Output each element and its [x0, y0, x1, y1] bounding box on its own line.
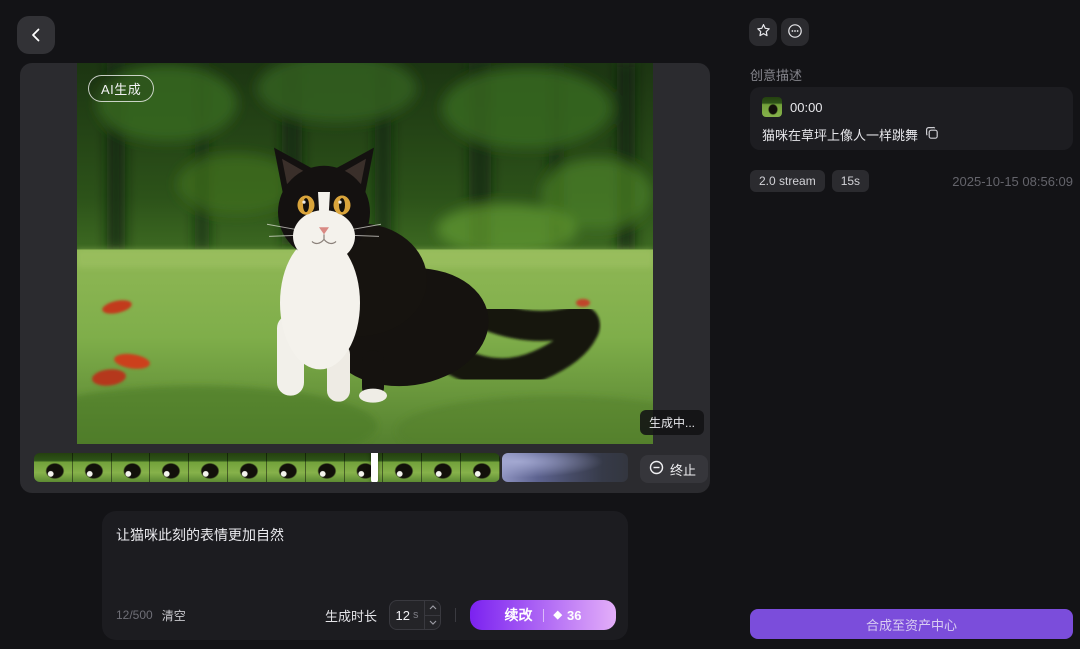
timeline-playhead[interactable] [371, 453, 378, 482]
timeline-thumbnail[interactable] [73, 453, 112, 482]
timeline-thumbnail[interactable] [150, 453, 189, 482]
model-badge: 2.0 stream [750, 170, 825, 192]
credit-cost: 36 [567, 608, 581, 623]
timeline-thumbnail[interactable] [306, 453, 345, 482]
star-icon [756, 23, 771, 41]
continue-edit-label: 续改 [505, 605, 533, 625]
timeline-thumbnail[interactable] [383, 453, 422, 482]
prompt-input[interactable]: 让猫咪此刻的表情更加自然 [116, 525, 614, 587]
submit-divider [543, 609, 544, 622]
stepper-up-icon[interactable] [425, 601, 440, 615]
clip-thumbnail [762, 97, 782, 117]
duration-label: 生成时长 [325, 606, 377, 625]
timeline-thumbnail[interactable] [189, 453, 228, 482]
copy-icon [925, 126, 939, 143]
char-counter: 12/500 [116, 608, 153, 622]
details-panel: 创意描述 00:00 猫咪在草坪上像人一样跳舞 2.0 stream 15s 2… [750, 0, 1073, 649]
favorite-button[interactable] [749, 18, 777, 46]
back-chevron-icon [29, 28, 43, 42]
more-options-icon [787, 23, 803, 42]
clear-button[interactable]: 清空 [162, 607, 186, 624]
clip-timestamp: 00:00 [790, 100, 823, 115]
copy-prompt-button[interactable] [925, 126, 939, 143]
credit-diamond-icon: ◆ [554, 610, 562, 621]
cat-on-lawn-illustration [77, 63, 653, 444]
timeline-thumbnail[interactable] [461, 453, 500, 482]
ai-generated-badge: AI生成 [88, 75, 154, 102]
more-options-button[interactable] [781, 18, 809, 46]
terminate-label: 终止 [670, 460, 696, 479]
timeline-filmstrip[interactable] [34, 453, 500, 482]
duration-value: 12 [396, 608, 410, 623]
timeline-thumbnail[interactable] [422, 453, 461, 482]
back-button[interactable] [17, 16, 55, 54]
timeline-thumbnail[interactable] [34, 453, 73, 482]
timeline-thumbnail[interactable] [228, 453, 267, 482]
timeline-generating-segment[interactable] [502, 453, 628, 482]
duration-stepper[interactable]: 12 s [389, 600, 441, 630]
terminate-icon [649, 460, 664, 478]
video-preview[interactable] [77, 63, 653, 444]
generating-status-badge: 生成中... [640, 410, 704, 435]
duration-unit: s [413, 609, 419, 621]
video-player-panel: AI生成 生成中... 终止 [20, 63, 710, 493]
prompt-text: 猫咪在草坪上像人一样跳舞 [762, 125, 918, 144]
prompt-composer: 让猫咪此刻的表情更加自然 12/500 清空 生成时长 12 s 续改 [102, 511, 628, 640]
creative-description-title: 创意描述 [750, 65, 802, 84]
stepper-down-icon[interactable] [425, 615, 440, 630]
terminate-button[interactable]: 终止 [640, 455, 708, 483]
timeline-thumbnail[interactable] [267, 453, 306, 482]
created-timestamp: 2025-10-15 08:56:09 [952, 174, 1073, 189]
prompt-card: 00:00 猫咪在草坪上像人一样跳舞 [750, 87, 1073, 150]
timeline-thumbnail[interactable] [112, 453, 151, 482]
continue-edit-button[interactable]: 续改 ◆ 36 [470, 600, 616, 630]
duration-badge: 15s [832, 170, 869, 192]
synthesize-to-assets-button[interactable]: 合成至资产中心 [750, 609, 1073, 639]
footer-divider [455, 608, 456, 622]
